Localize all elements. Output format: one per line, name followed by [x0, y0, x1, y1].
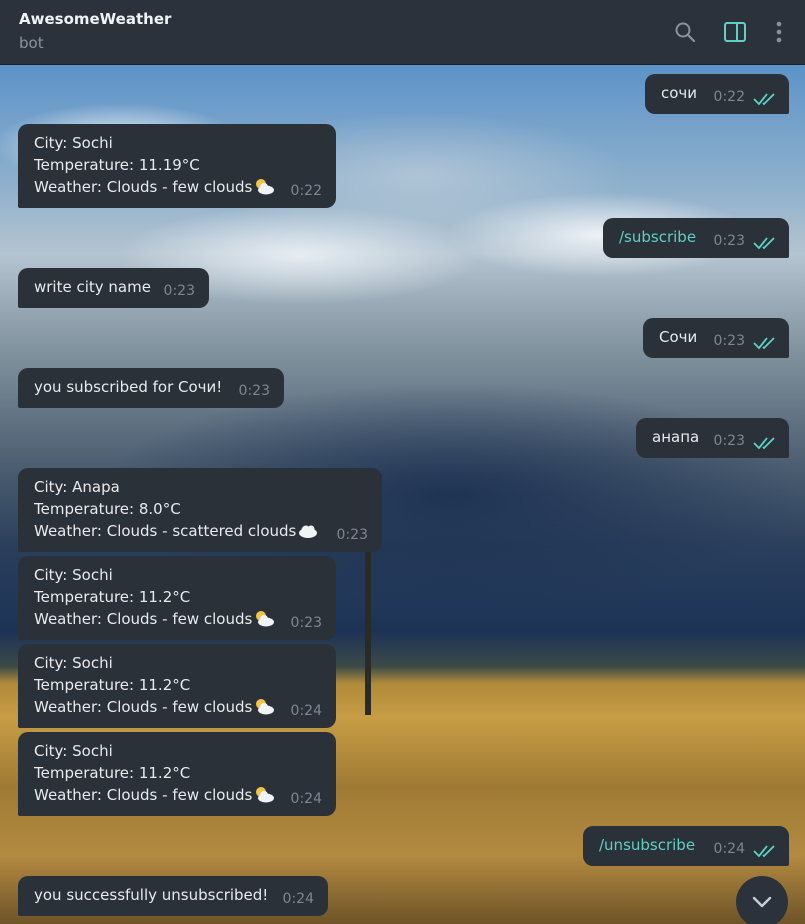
double-check-icon [753, 845, 775, 858]
message-line: City: Sochi [34, 134, 113, 152]
message-time: 0:22 [713, 89, 745, 105]
incoming-message[interactable]: City: Anapa Temperature: 8.0°C Weather: … [18, 468, 382, 552]
message-line: Weather: Clouds - few clouds [34, 786, 253, 804]
command-link[interactable]: /subscribe [619, 226, 773, 248]
message-time: 0:24 [713, 841, 745, 857]
message-time: 0:23 [163, 283, 195, 299]
outgoing-message[interactable]: сочи 0:22 [645, 74, 789, 114]
incoming-message[interactable]: you subscribed for Сочи! 0:23 [18, 368, 284, 408]
scroll-to-bottom-button[interactable] [736, 876, 788, 924]
message-time: 0:23 [238, 383, 270, 399]
message-line: City: Sochi [34, 742, 113, 760]
double-check-icon [753, 437, 775, 450]
chat-subtitle: bot [19, 34, 44, 52]
incoming-message[interactable]: City: Sochi Temperature: 11.19°C Weather… [18, 124, 336, 208]
sun-behind-cloud-icon [256, 179, 275, 195]
sun-behind-cloud-icon [256, 611, 275, 627]
message-time: 0:23 [713, 333, 745, 349]
message-time: 0:23 [290, 615, 322, 631]
sidebar-panel-icon [724, 22, 746, 42]
incoming-message[interactable]: write city name 0:23 [18, 268, 209, 308]
message-time: 0:23 [713, 433, 745, 449]
chevron-down-icon [752, 896, 772, 908]
command-link[interactable]: /unsubscribe [599, 834, 773, 856]
outgoing-message[interactable]: /subscribe 0:23 [603, 218, 789, 258]
incoming-message[interactable]: City: Sochi Temperature: 11.2°C Weather:… [18, 732, 336, 816]
double-check-icon [753, 93, 775, 106]
message-line: Temperature: 11.2°C [34, 676, 191, 694]
incoming-message[interactable]: you successfully unsubscribed! 0:24 [18, 876, 328, 916]
incoming-message[interactable]: City: Sochi Temperature: 11.2°C Weather:… [18, 644, 336, 728]
sidebar-toggle-button[interactable] [722, 19, 748, 45]
message-line: City: Anapa [34, 478, 120, 496]
message-line: City: Sochi [34, 566, 113, 584]
more-vertical-icon [776, 21, 782, 43]
cloud-icon [299, 525, 318, 538]
message-time: 0:22 [290, 183, 322, 199]
outgoing-message[interactable]: анапа 0:23 [636, 418, 789, 458]
message-text: you subscribed for Сочи! [34, 378, 223, 396]
message-line: Temperature: 11.19°C [34, 156, 200, 174]
double-check-icon [753, 337, 775, 350]
message-line: Weather: Clouds - scattered clouds [34, 522, 297, 540]
message-time: 0:24 [290, 703, 322, 719]
incoming-message[interactable]: City: Sochi Temperature: 11.2°C Weather:… [18, 556, 336, 640]
message-line: Weather: Clouds - few clouds [34, 610, 253, 628]
search-button[interactable] [672, 19, 698, 45]
chat-area[interactable]: сочи 0:22 City: Sochi Temperature: 11.19… [0, 65, 805, 924]
message-time: 0:23 [336, 527, 368, 543]
message-line: Temperature: 8.0°C [34, 500, 181, 518]
message-time: 0:23 [713, 233, 745, 249]
message-line: Weather: Clouds - few clouds [34, 178, 253, 196]
double-check-icon [753, 237, 775, 250]
message-line: Temperature: 11.2°C [34, 764, 191, 782]
message-text: you successfully unsubscribed! [34, 886, 269, 904]
message-line: Temperature: 11.2°C [34, 588, 191, 606]
outgoing-message[interactable]: /unsubscribe 0:24 [583, 826, 789, 866]
message-time: 0:24 [290, 791, 322, 807]
sun-behind-cloud-icon [256, 787, 275, 803]
message-line: Weather: Clouds - few clouds [34, 698, 253, 716]
message-time: 0:24 [282, 891, 314, 907]
chat-title[interactable]: AwesomeWeather [19, 10, 171, 28]
sun-behind-cloud-icon [256, 699, 275, 715]
message-line: City: Sochi [34, 654, 113, 672]
more-options-button[interactable] [766, 19, 792, 45]
search-icon [675, 22, 696, 43]
chat-header: AwesomeWeather bot [0, 0, 805, 65]
outgoing-message[interactable]: Сочи 0:23 [643, 318, 789, 358]
